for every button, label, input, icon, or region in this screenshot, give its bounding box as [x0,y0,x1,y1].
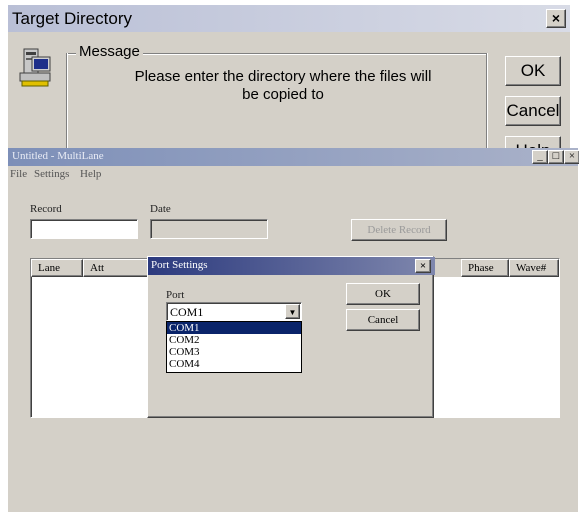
multilane-title: Untitled - MultiLane [12,150,104,162]
port-option-com3[interactable]: COM3 [167,346,301,358]
menu-file[interactable]: File [10,168,27,180]
port-dropdown-list[interactable]: COM1 COM2 COM3 COM4 [166,321,302,373]
message-group-border-left [66,53,68,155]
chevron-down-icon[interactable]: ▼ [285,304,300,319]
close-icon: × [551,10,561,26]
record-label: Record [30,203,62,215]
cancel-button[interactable]: Cancel [505,96,561,126]
date-label: Date [150,203,171,215]
target-directory-titlebar[interactable]: Target Directory × [8,5,570,32]
column-header-phase[interactable]: Phase [461,259,509,277]
message-text: Please enter the directory where the fil… [134,68,432,103]
column-header-lane[interactable]: Lane [31,259,83,277]
port-option-com4[interactable]: COM4 [167,358,301,370]
port-cancel-button[interactable]: Cancel [346,309,420,331]
menu-help[interactable]: Help [80,168,101,180]
column-header-wave[interactable]: Wave# [509,259,559,277]
target-directory-close-button[interactable]: × [546,9,566,28]
ok-button[interactable]: OK [505,56,561,86]
menu-settings[interactable]: Settings [34,168,69,180]
port-selected-value: COM1 [170,305,204,319]
computer-icon [18,47,54,89]
message-group-border-right [486,53,488,155]
port-option-com1[interactable]: COM1 [167,322,301,334]
minimize-icon: _ [537,150,543,162]
window-close-button[interactable]: × [564,150,579,164]
record-combobox[interactable]: ▼ [30,219,138,308]
date-field[interactable] [150,219,268,239]
port-settings-dialog: Port Settings × Port COM1 ▼ COM1 COM2 CO… [147,256,435,418]
port-settings-title: Port Settings [151,259,208,271]
port-settings-titlebar[interactable]: Port Settings × [148,257,435,275]
port-settings-close-button[interactable]: × [415,259,431,273]
target-directory-title: Target Directory [12,9,132,28]
delete-record-button[interactable]: Delete Record [351,219,447,241]
multilane-titlebar[interactable]: Untitled - MultiLane _ □ × [8,148,579,166]
target-directory-dialog: Target Directory × Message Please enter … [8,5,570,166]
message-group-label: Message [76,43,143,60]
close-icon: × [568,150,576,162]
column-header-att[interactable]: Att [83,259,151,277]
maximize-button[interactable]: □ [548,150,564,164]
minimize-button[interactable]: _ [532,150,548,164]
port-combobox[interactable]: COM1 ▼ [166,302,302,321]
close-icon: × [419,260,427,272]
port-option-com2[interactable]: COM2 [167,334,301,346]
maximize-icon: □ [552,150,560,162]
port-ok-button[interactable]: OK [346,283,420,305]
port-label: Port [166,289,185,301]
